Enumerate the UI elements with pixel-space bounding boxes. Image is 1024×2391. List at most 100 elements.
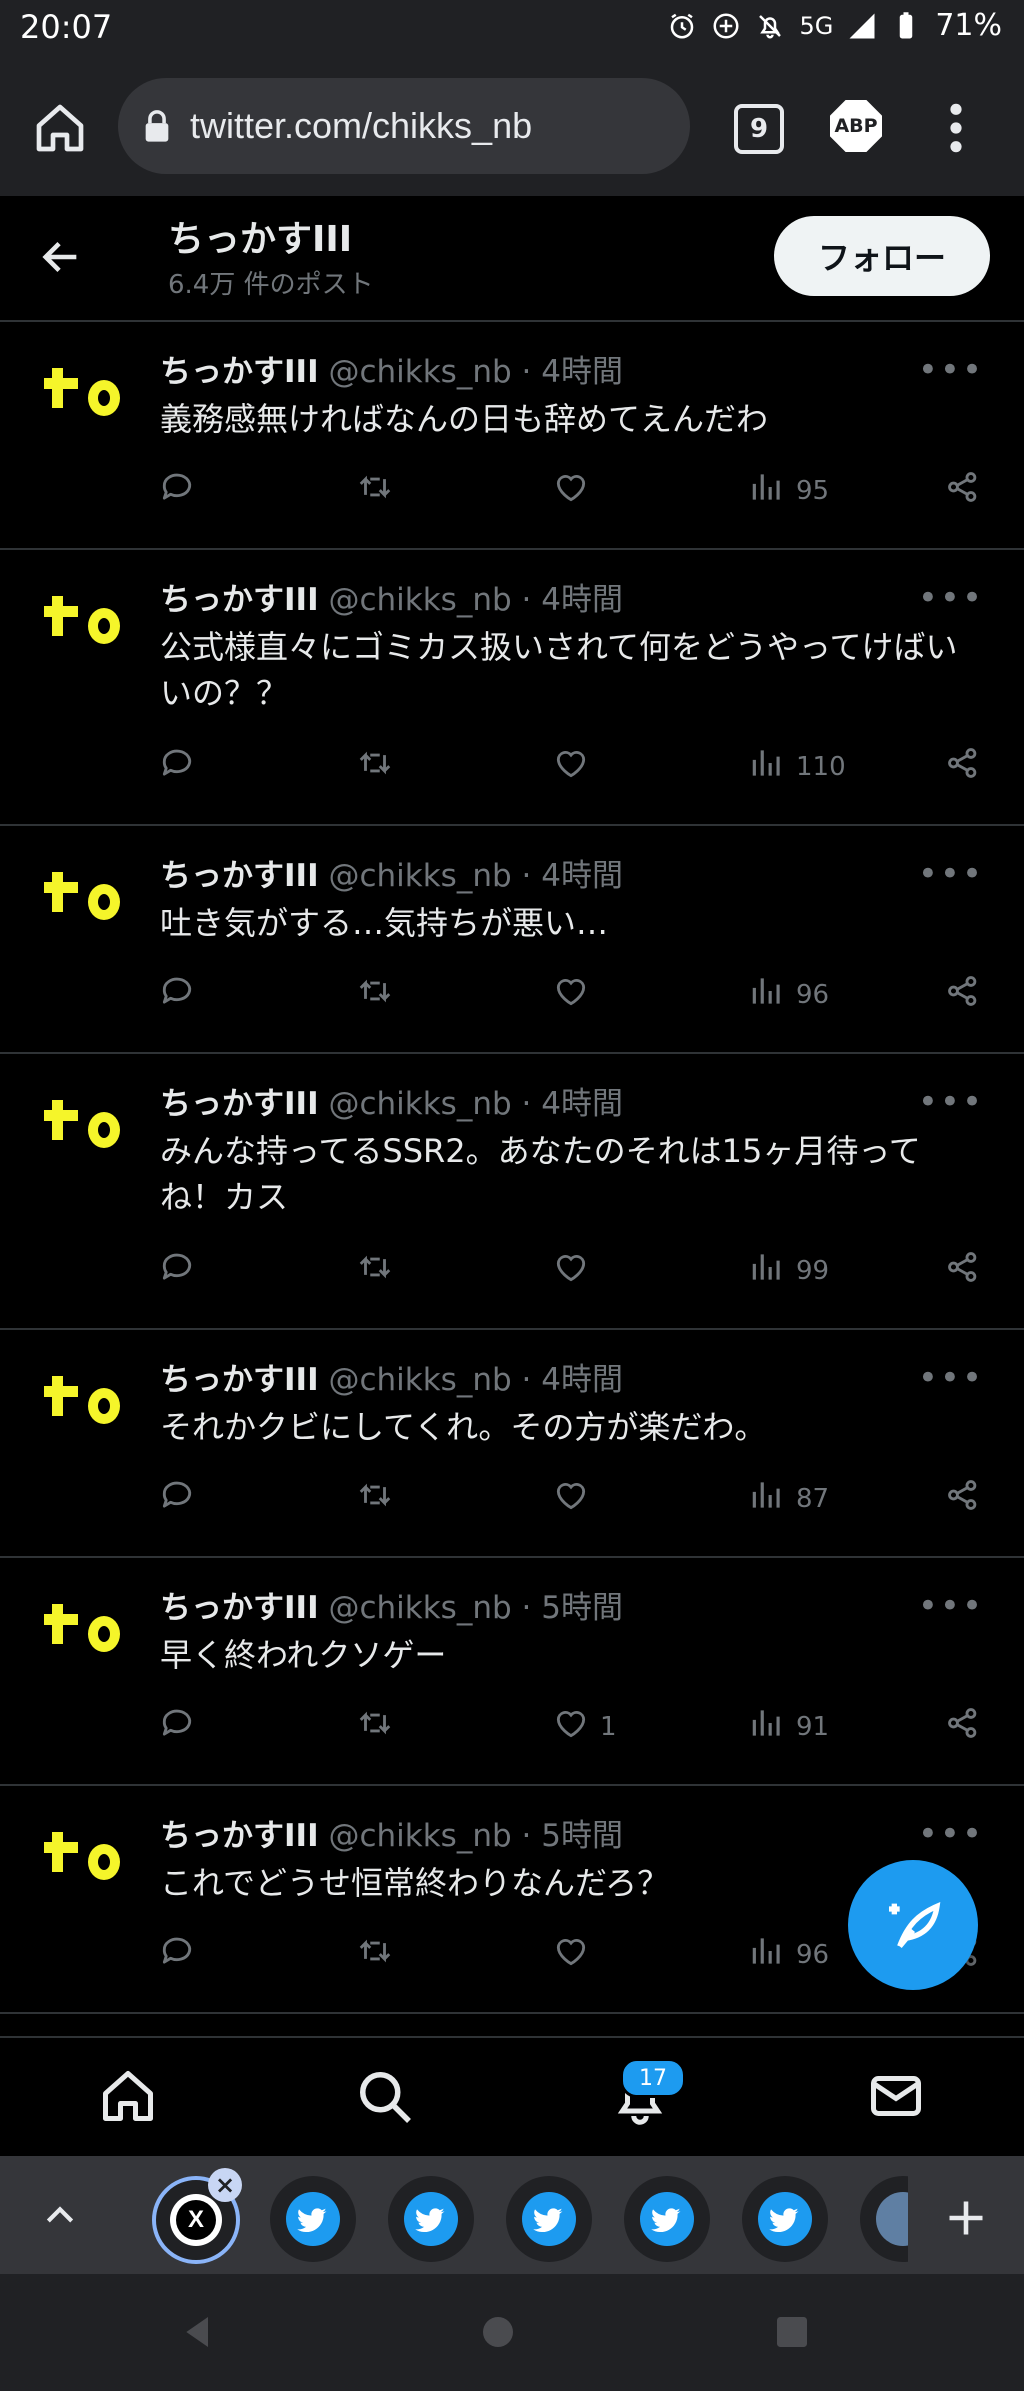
share-icon (944, 972, 982, 1017)
system-recents-icon[interactable] (772, 2312, 812, 2352)
reply-button[interactable] (158, 1704, 196, 1749)
more-options-icon[interactable]: ••• (918, 1358, 984, 1398)
tweet-time[interactable]: · 5時間 (522, 1590, 623, 1626)
like-button[interactable] (552, 1476, 600, 1521)
share-button[interactable] (944, 1476, 982, 1521)
share-button[interactable] (944, 1704, 982, 1749)
more-options-icon[interactable]: ••• (918, 578, 984, 618)
avatar[interactable] (38, 1584, 130, 1676)
avatar[interactable] (38, 348, 130, 440)
tab-twitter[interactable] (270, 2176, 356, 2262)
tweet-author-name[interactable]: ちっかすIII (160, 582, 319, 618)
tweet-row[interactable]: ちっかすIII @chikks_nb · 4時間 ••• それかクビにしてくれ。… (0, 1330, 1024, 1558)
more-options-icon[interactable]: ••• (918, 1586, 984, 1626)
tweet-time[interactable]: · 4時間 (522, 582, 623, 618)
views-button[interactable]: 96 (748, 1932, 829, 1977)
tweet-time[interactable]: · 4時間 (522, 1362, 623, 1398)
reply-button[interactable] (158, 1932, 196, 1977)
tweet-row[interactable]: ちっかすIII @chikks_nb · 4時間 ••• 公式様直々にゴミカス扱… (0, 550, 1024, 826)
share-button[interactable] (944, 468, 982, 513)
nav-messages-icon[interactable] (866, 2066, 926, 2126)
retweet-button[interactable] (356, 1248, 394, 1293)
tweet-time[interactable]: · 4時間 (522, 858, 623, 894)
reply-button[interactable] (158, 468, 196, 513)
tweet-handle[interactable]: @chikks_nb (328, 354, 511, 390)
avatar[interactable] (38, 576, 130, 668)
reply-button[interactable] (158, 972, 196, 1017)
system-home-icon[interactable] (478, 2312, 518, 2352)
address-bar[interactable]: twitter.com/chikks_nb (118, 78, 690, 174)
views-button[interactable]: 96 (748, 972, 829, 1017)
close-tab-icon[interactable]: × (208, 2168, 242, 2202)
browser-menu-icon[interactable] (936, 100, 976, 156)
more-options-icon[interactable]: ••• (918, 350, 984, 390)
tab-switcher-button[interactable]: 9 (734, 104, 784, 154)
retweet-button[interactable] (356, 1704, 394, 1749)
tweet-time[interactable]: · 4時間 (522, 354, 623, 390)
avatar[interactable] (38, 1356, 130, 1448)
compose-tweet-button[interactable] (848, 1860, 978, 1990)
share-button[interactable] (944, 744, 982, 789)
tweet-author-name[interactable]: ちっかすIII (160, 354, 319, 390)
tweet-time[interactable]: · 4時間 (522, 1086, 623, 1122)
reply-button[interactable] (158, 1476, 196, 1521)
like-button[interactable] (552, 972, 600, 1017)
tweet-author-name[interactable]: ちっかすIII (160, 858, 319, 894)
tab-twitter[interactable] (742, 2176, 828, 2262)
share-button[interactable] (944, 972, 982, 1017)
like-button[interactable] (552, 744, 600, 789)
views-button[interactable]: 91 (748, 1704, 829, 1749)
more-options-icon[interactable]: ••• (918, 1082, 984, 1122)
retweet-button[interactable] (356, 1932, 394, 1977)
tweet-row[interactable]: ちっかすIII @chikks_nb · 4時間 ••• 義務感無ければなんの日… (0, 322, 1024, 550)
tab-partial[interactable] (860, 2176, 908, 2262)
tweet-handle[interactable]: @chikks_nb (328, 1086, 511, 1122)
views-button[interactable]: 110 (748, 744, 846, 789)
tweet-row[interactable]: ちっかすIII @chikks_nb · 5時間 ••• 早く終われクソゲー 1… (0, 1558, 1024, 1786)
tweet-handle[interactable]: @chikks_nb (328, 858, 511, 894)
tweet-author-name[interactable]: ちっかすIII (160, 1086, 319, 1122)
adblock-button[interactable]: ABP (830, 100, 882, 152)
views-button[interactable]: 99 (748, 1248, 829, 1293)
tweet-handle[interactable]: @chikks_nb (328, 1362, 511, 1398)
tab-twitter[interactable] (624, 2176, 710, 2262)
back-arrow-icon[interactable] (38, 234, 84, 280)
views-button[interactable]: 87 (748, 1476, 829, 1521)
tweet-row[interactable]: ちっかすIII @chikks_nb · 4時間 ••• みんな持ってるSSR2… (0, 1054, 1024, 1330)
nav-home-icon[interactable] (98, 2066, 158, 2126)
views-button[interactable]: 95 (748, 468, 829, 513)
avatar[interactable] (38, 852, 130, 944)
home-icon[interactable] (32, 100, 88, 156)
tab-twitter[interactable] (506, 2176, 592, 2262)
share-button[interactable] (944, 1248, 982, 1293)
tweet-author-name[interactable]: ちっかすIII (160, 1362, 319, 1398)
lock-icon (145, 110, 169, 142)
tweet-row[interactable]: ちっかすIII @chikks_nb · 4時間 ••• 吐き気がする…気持ちが… (0, 826, 1024, 1054)
retweet-button[interactable] (356, 1476, 394, 1521)
retweet-button[interactable] (356, 744, 394, 789)
collapse-tabs-chevron-icon[interactable] (40, 2196, 80, 2236)
retweet-button[interactable] (356, 468, 394, 513)
like-button[interactable]: 1 (552, 1704, 617, 1749)
like-button[interactable] (552, 468, 600, 513)
like-button[interactable] (552, 1248, 600, 1293)
tweet-author-name[interactable]: ちっかすIII (160, 1818, 319, 1854)
tweet-handle[interactable]: @chikks_nb (328, 1818, 511, 1854)
tweet-time[interactable]: · 5時間 (522, 1818, 623, 1854)
like-button[interactable] (552, 1932, 600, 1977)
system-back-icon[interactable] (178, 2312, 218, 2352)
follow-button[interactable]: フォロー (774, 216, 990, 296)
avatar[interactable] (38, 1080, 130, 1172)
reply-button[interactable] (158, 744, 196, 789)
reply-button[interactable] (158, 1248, 196, 1293)
nav-search-icon[interactable] (354, 2066, 414, 2126)
more-options-icon[interactable]: ••• (918, 1814, 984, 1854)
tab-twitter[interactable] (388, 2176, 474, 2262)
avatar[interactable] (38, 1812, 130, 1904)
new-tab-plus-icon[interactable] (944, 2196, 988, 2240)
tweet-handle[interactable]: @chikks_nb (328, 1590, 511, 1626)
retweet-button[interactable] (356, 972, 394, 1017)
tweet-handle[interactable]: @chikks_nb (328, 582, 511, 618)
tweet-author-name[interactable]: ちっかすIII (160, 1590, 319, 1626)
more-options-icon[interactable]: ••• (918, 854, 984, 894)
